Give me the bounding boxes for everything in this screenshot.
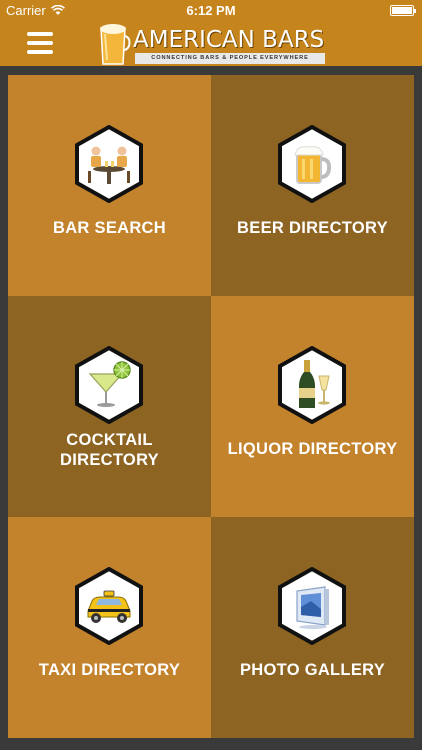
beer-directory-label: BEER DIRECTORY [237, 219, 388, 237]
taxi-directory-tile[interactable]: TAXI DIRECTORY [8, 517, 211, 738]
cocktail-label-line-2: DIRECTORY [60, 451, 159, 469]
app-logo: AMERICAN BARS CONNECTING BARS & PEOPLE E… [95, 22, 330, 66]
hamburger-line [27, 50, 53, 54]
logo-title: AMERICAN BARS [133, 27, 325, 53]
liquor-directory-tile[interactable]: LIQUOR DIRECTORY [211, 296, 414, 517]
status-time: 6:12 PM [186, 3, 236, 18]
beer-mug-icon [277, 125, 347, 203]
menu-button[interactable] [27, 32, 53, 54]
main-menu-grid: BAR SEARCH BEER DIRECTORY COCKTAIL DIREC… [8, 75, 414, 738]
nav-bar: AMERICAN BARS CONNECTING BARS & PEOPLE E… [0, 20, 422, 66]
taxi-icon [74, 567, 144, 645]
beer-directory-tile[interactable]: BEER DIRECTORY [211, 75, 414, 296]
photo-gallery-tile[interactable]: PHOTO GALLERY [211, 517, 414, 738]
battery-icon [390, 5, 416, 16]
bar-search-tile[interactable]: BAR SEARCH [8, 75, 211, 296]
beer-glass-logo-icon [100, 24, 131, 65]
cocktail-directory-tile[interactable]: COCKTAIL DIRECTORY [8, 296, 211, 517]
bar-search-label: BAR SEARCH [52, 219, 166, 237]
liquor-directory-label: LIQUOR DIRECTORY [227, 440, 398, 458]
cocktail-glass-icon [74, 346, 144, 424]
status-bar: Carrier 6:12 PM [0, 0, 422, 20]
photo-gallery-label: PHOTO GALLERY [239, 661, 386, 679]
hamburger-line [27, 41, 53, 45]
bar-table-icon [74, 125, 144, 203]
taxi-directory-label: TAXI DIRECTORY [38, 661, 181, 679]
cocktail-directory-label: COCKTAIL DIRECTORY [8, 430, 211, 470]
hamburger-line [27, 32, 53, 36]
cocktail-label-line-1: COCKTAIL [66, 431, 153, 449]
logo-subtitle: CONNECTING BARS & PEOPLE EVERYWHERE [135, 53, 325, 64]
photo-booth-icon [277, 567, 347, 645]
champagne-icon [277, 346, 347, 424]
